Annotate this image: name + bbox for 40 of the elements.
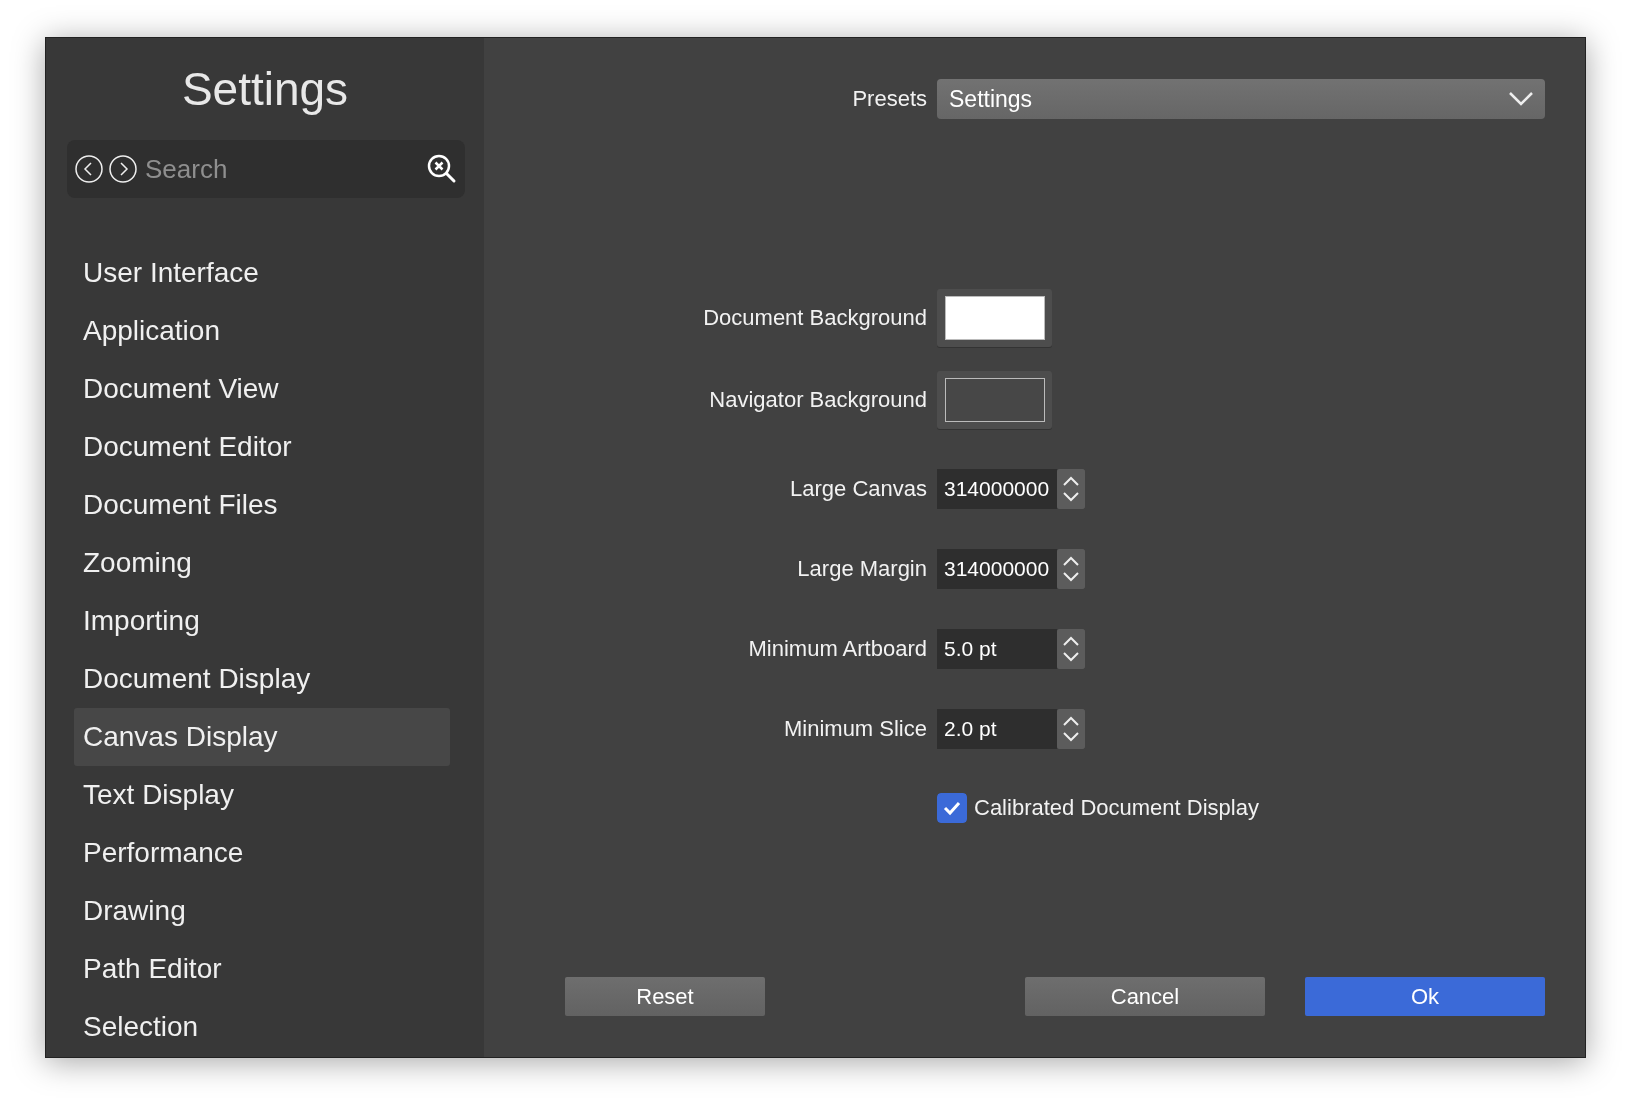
- sidebar-item[interactable]: Path Editor: [74, 940, 450, 998]
- action-button[interactable]: Reset: [565, 977, 765, 1016]
- back-icon[interactable]: [75, 155, 103, 183]
- sidebar-item[interactable]: Document Display: [74, 650, 450, 708]
- field-label: Document Background: [703, 305, 927, 330]
- sidebar-item[interactable]: Zooming: [74, 534, 450, 592]
- number-field[interactable]: 2.0 pt: [937, 709, 1057, 749]
- field-label: Large Canvas: [790, 476, 927, 501]
- chevron-down-icon: [1509, 92, 1533, 106]
- checkbox[interactable]: [937, 793, 967, 823]
- sidebar-item[interactable]: Document Files: [74, 476, 450, 534]
- sidebar-item[interactable]: User Interface: [74, 244, 450, 302]
- field-label: Navigator Background: [709, 387, 927, 412]
- color-well[interactable]: [937, 371, 1052, 429]
- sidebar-item[interactable]: Document View: [74, 360, 450, 418]
- presets-label: Presets: [852, 86, 927, 111]
- clear-search-icon[interactable]: [427, 154, 457, 184]
- number-field[interactable]: 314000000: [937, 469, 1057, 509]
- number-field[interactable]: 314000000: [937, 549, 1057, 589]
- number-field[interactable]: 5.0 pt: [937, 629, 1057, 669]
- sidebar-item[interactable]: Importing: [74, 592, 450, 650]
- sidebar-item[interactable]: Text Display: [74, 766, 450, 824]
- forward-icon[interactable]: [109, 155, 137, 183]
- field-label: Large Margin: [797, 556, 927, 581]
- sidebar-item[interactable]: Selection: [74, 998, 450, 1056]
- sidebar-item[interactable]: Performance: [74, 824, 450, 882]
- field-label: Minimum Slice: [783, 716, 927, 741]
- ok-button[interactable]: Ok: [1305, 977, 1545, 1016]
- sidebar-item[interactable]: Canvas Display: [74, 708, 450, 766]
- search-placeholder: Search: [145, 156, 229, 182]
- search-field[interactable]: Search: [67, 140, 465, 198]
- color-well[interactable]: [937, 289, 1052, 347]
- checkbox-label: Calibrated Document Display: [974, 795, 1259, 821]
- action-button[interactable]: Cancel: [1025, 977, 1265, 1016]
- field-label: Minimum Artboard: [748, 636, 927, 661]
- sidebar-item[interactable]: Drawing: [74, 882, 450, 940]
- sidebar-item[interactable]: Application: [74, 302, 450, 360]
- sidebar-item[interactable]: Document Editor: [74, 418, 450, 476]
- presets-dropdown[interactable]: Settings: [937, 79, 1545, 119]
- presets-value: Settings: [949, 85, 1033, 113]
